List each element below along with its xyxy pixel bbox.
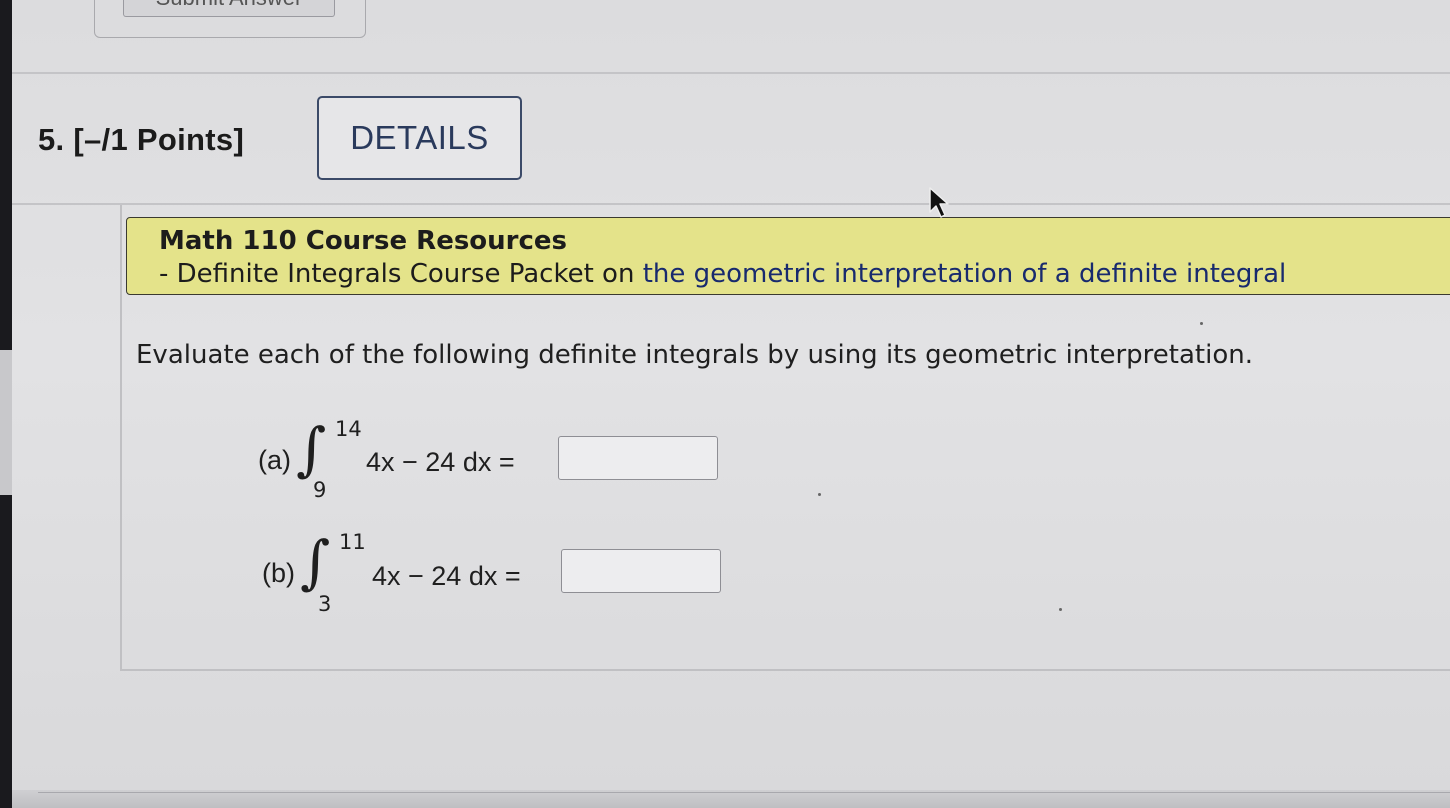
screen: Submit Answer 5. [–/1 Points] DETAILS Ma… <box>0 0 1450 808</box>
details-button[interactable]: DETAILS <box>317 96 522 180</box>
integral-sign-icon: ∫ <box>296 415 327 483</box>
bezel-light <box>0 350 12 495</box>
upper-limit: 14 <box>335 417 362 441</box>
screen-speck <box>1059 608 1062 611</box>
question-header: 5. [–/1 Points] <box>38 122 244 158</box>
geometric-interpretation-link[interactable]: the geometric interpretation of a defini… <box>643 259 1287 289</box>
question-points: [–/1 Points] <box>73 122 245 157</box>
screen-speck <box>818 493 821 496</box>
question-number: 5. <box>38 122 65 157</box>
resources-title: Math 110 Course Resources <box>159 226 568 256</box>
lower-limit: 9 <box>313 478 327 502</box>
submit-answer-button[interactable]: Submit Answer <box>123 0 335 17</box>
divider <box>12 72 1450 74</box>
integral-sign-icon: ∫ <box>300 528 331 596</box>
upper-limit: 11 <box>339 530 366 554</box>
monitor-bezel <box>0 0 12 808</box>
lower-limit: 3 <box>318 592 332 616</box>
mouse-pointer-icon <box>929 187 949 218</box>
answer-input-a[interactable] <box>558 436 718 480</box>
previous-question-footer: Submit Answer <box>94 0 366 38</box>
screen-speck <box>1200 322 1203 325</box>
divider <box>38 792 1450 793</box>
integrand-expression: 4x − 24 dx = <box>366 447 515 477</box>
course-resources-box: Math 110 Course Resources - Definite Int… <box>126 217 1450 295</box>
resources-item: - Definite Integrals Course Packet on th… <box>159 259 1286 289</box>
integrand-expression: 4x − 24 dx = <box>372 561 521 591</box>
answer-input-b[interactable] <box>561 549 721 593</box>
problem-label: (a) <box>258 445 291 475</box>
instructions-text: Evaluate each of the following definite … <box>136 340 1253 370</box>
problem-label: (b) <box>262 558 295 588</box>
resources-item-prefix: - Definite Integrals Course Packet on <box>159 259 643 289</box>
homework-page: Submit Answer 5. [–/1 Points] DETAILS <box>12 0 1450 790</box>
